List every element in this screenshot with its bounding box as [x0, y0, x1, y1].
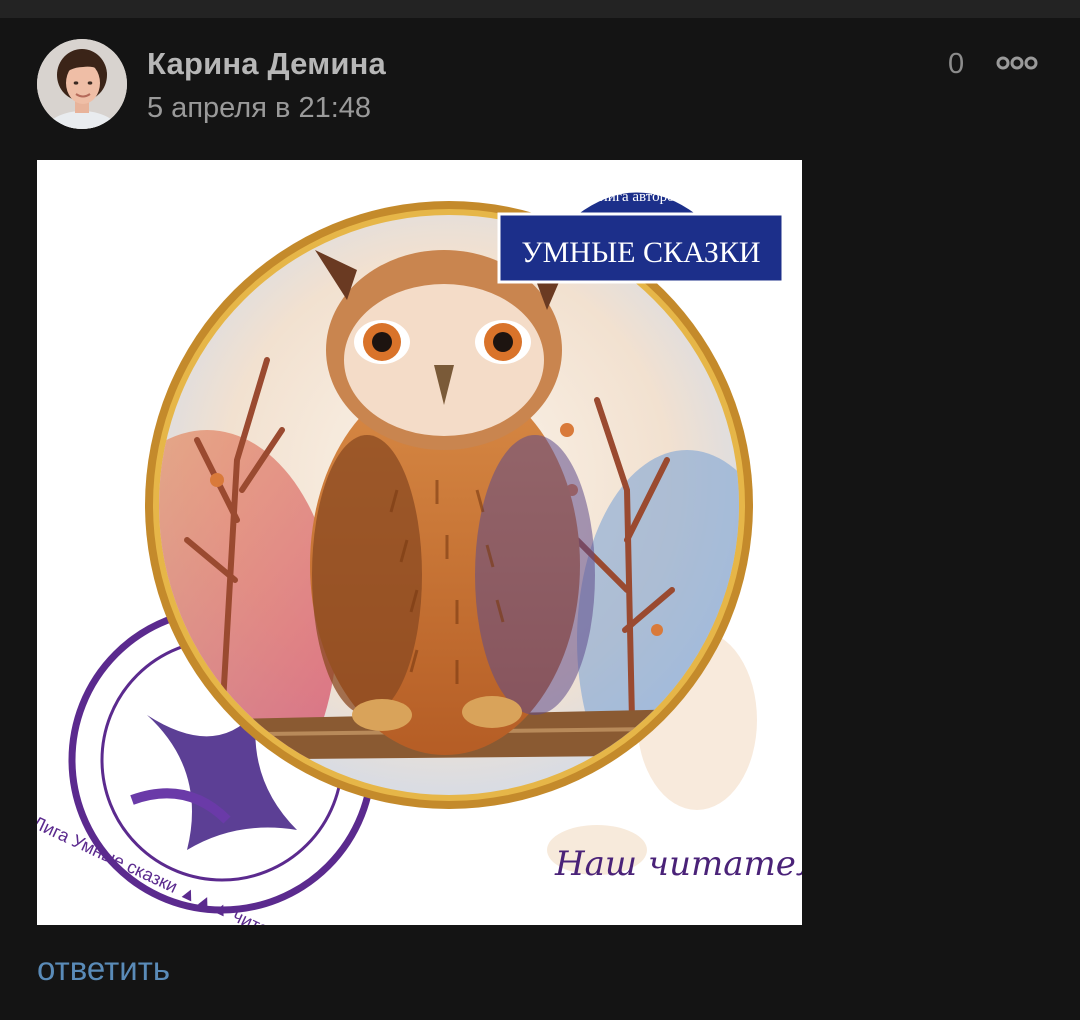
likes-count[interactable]: 0 — [948, 48, 964, 81]
avatar-image — [37, 39, 127, 129]
top-bar — [0, 0, 1080, 18]
more-options-button[interactable] — [996, 52, 1038, 74]
author-name[interactable]: Карина Демина — [147, 46, 386, 82]
more-dots-icon — [996, 56, 1038, 70]
post-timestamp[interactable]: 5 апреля в 21:48 — [147, 92, 371, 125]
reply-link[interactable]: ответить — [37, 950, 170, 988]
post-image[interactable]: лига авторов УМНЫЕ СКАЗКИ Лига Умные ска… — [37, 160, 802, 925]
banner-main: УМНЫЕ СКАЗКИ — [521, 236, 760, 269]
avatar[interactable] — [37, 39, 127, 129]
caption-text: Наш читатель — [554, 844, 802, 884]
banner-top: лига авторов — [600, 189, 681, 205]
comment-post: Карина Демина 5 апреля в 21:48 0 лига ав… — [0, 18, 1080, 1020]
owl-illustration: лига авторов УМНЫЕ СКАЗКИ Лига Умные ска… — [37, 160, 802, 925]
